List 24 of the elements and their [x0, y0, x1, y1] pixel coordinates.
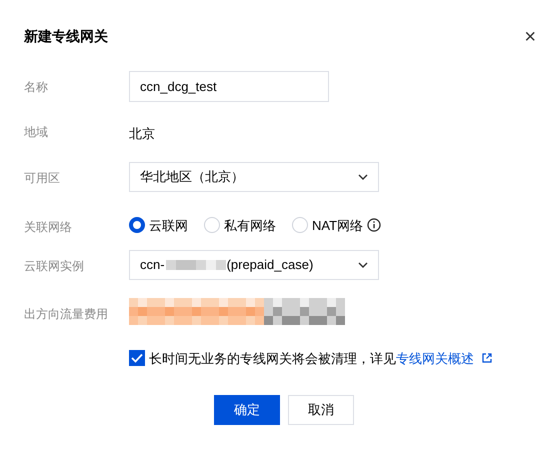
name-input[interactable]: ccn_dcg_test: [129, 71, 329, 102]
info-icon: [367, 218, 382, 232]
radio-option[interactable]: 云联网: [129, 216, 188, 235]
select-field[interactable]: 华北地区（北京）: [129, 162, 379, 192]
radio-option[interactable]: NAT网络: [292, 216, 382, 235]
field-label: 地域: [24, 124, 49, 141]
dialog-title: 新建专线网关: [24, 27, 108, 46]
checkbox[interactable]: [129, 350, 145, 366]
select-field[interactable]: ccn- (prepaid_case): [129, 250, 379, 280]
chevron-down-icon: [358, 262, 368, 268]
field-label: 名称: [24, 79, 49, 96]
field-label: 关联网络: [24, 218, 73, 236]
field-label: 出方向流量费用: [24, 306, 109, 322]
close-button[interactable]: ×: [524, 26, 536, 46]
field-label: 可用区: [24, 170, 61, 186]
confirm-button[interactable]: 确定: [214, 395, 280, 425]
cancel-button[interactable]: 取消: [288, 395, 354, 425]
radio-option[interactable]: 私有网络: [204, 216, 276, 235]
field-label: 云联网实例: [24, 258, 85, 274]
chevron-down-icon: [358, 174, 368, 180]
overview-link[interactable]: 专线网关概述: [396, 350, 474, 366]
field-value: 北京: [129, 125, 156, 143]
agreement-text: 长时间无业务的专线网关将会被清理，详见专线网关概述: [149, 350, 474, 368]
external-link-icon: [482, 353, 492, 364]
